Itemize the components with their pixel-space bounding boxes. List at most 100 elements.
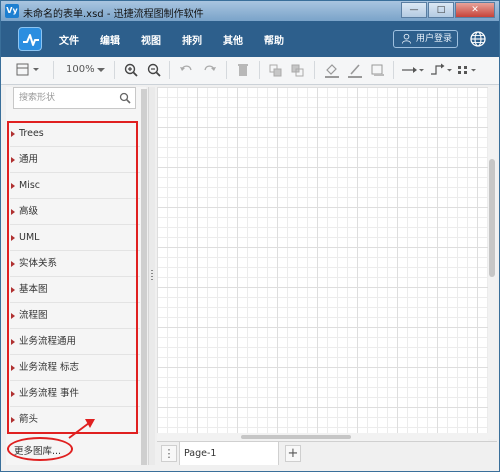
- menu-arrange[interactable]: 排列: [182, 32, 202, 47]
- sidebar-scrollbar[interactable]: [141, 89, 147, 465]
- globe-icon[interactable]: [470, 31, 486, 47]
- expand-arrow-icon: [11, 235, 15, 241]
- toolbar-separator: [393, 61, 394, 79]
- login-label: 用户登录: [416, 34, 453, 44]
- close-button[interactable]: ✕: [455, 2, 495, 18]
- zoom-in-icon[interactable]: [123, 61, 139, 79]
- library-label: 业务流程 标志: [19, 362, 80, 373]
- waypoint-icon[interactable]: [429, 61, 453, 79]
- expand-arrow-icon: [11, 209, 15, 215]
- menu-bar: 文件 编辑 视图 排列 其他 帮助 用户登录: [1, 21, 499, 57]
- flowchart-logo-icon: [18, 27, 42, 51]
- menu-edit[interactable]: 编辑: [100, 32, 120, 47]
- library-item-bpmn-general[interactable]: 业务流程通用: [10, 329, 140, 355]
- library-label: 流程图: [19, 310, 48, 321]
- expand-arrow-icon: [11, 157, 15, 163]
- expand-arrow-icon: [11, 287, 15, 293]
- zoom-level[interactable]: 100%: [66, 61, 95, 79]
- more-icon[interactable]: [457, 61, 479, 79]
- toolbar-separator: [259, 61, 260, 79]
- fill-color-icon[interactable]: [324, 61, 340, 79]
- library-label: UML: [19, 232, 40, 243]
- sidebar-scrollbar-thumb[interactable]: [141, 89, 147, 465]
- chevron-down-icon[interactable]: [96, 61, 106, 79]
- library-label: 通用: [19, 154, 39, 165]
- canvas-horizontal-scrollbar[interactable]: [157, 433, 488, 441]
- app-icon: Vy: [5, 4, 19, 18]
- library-label: 实体关系: [19, 258, 58, 269]
- splitter-grip-icon[interactable]: [151, 270, 153, 282]
- diagram-canvas[interactable]: [157, 87, 490, 439]
- canvas-horizontal-scrollbar-thumb[interactable]: [241, 435, 351, 439]
- app-window: Vy 未命名的表单.xsd - 迅捷流程图制作软件 — □ ✕ 文件 编辑 视图…: [0, 0, 500, 472]
- library-item-bpmn-events[interactable]: 业务流程 事件: [10, 381, 140, 407]
- library-item-trees[interactable]: Trees: [10, 121, 140, 147]
- library-item-misc[interactable]: Misc: [10, 173, 140, 199]
- connector-icon[interactable]: [401, 61, 425, 79]
- to-front-icon[interactable]: [269, 61, 283, 79]
- shadow-icon[interactable]: [370, 61, 386, 79]
- library-label: 业务流程通用: [19, 336, 77, 347]
- library-item-entity-relation[interactable]: 实体关系: [10, 251, 140, 277]
- minimize-button[interactable]: —: [401, 2, 427, 18]
- library-label: Misc: [19, 180, 41, 191]
- search-placeholder: 搜索形状: [19, 93, 56, 103]
- menu-file[interactable]: 文件: [59, 32, 79, 47]
- library-item-uml[interactable]: UML: [10, 225, 140, 251]
- library-item-general[interactable]: 通用: [10, 147, 140, 173]
- panel-splitter[interactable]: [148, 87, 155, 465]
- window-title: 未命名的表单.xsd - 迅捷流程图制作软件: [23, 9, 204, 20]
- page-tab-bar: ⋮ Page-1 +: [157, 441, 497, 465]
- canvas-vertical-scrollbar-thumb[interactable]: [489, 159, 495, 277]
- expand-arrow-icon: [11, 313, 15, 319]
- library-item-advanced[interactable]: 高级: [10, 199, 140, 225]
- search-icon[interactable]: [119, 92, 131, 104]
- undo-icon[interactable]: [179, 61, 193, 79]
- line-color-icon[interactable]: [347, 61, 363, 79]
- view-toggle-icon[interactable]: [15, 61, 41, 79]
- library-item-flowchart[interactable]: 流程图: [10, 303, 140, 329]
- expand-arrow-icon: [11, 365, 15, 371]
- toolbar-separator: [226, 61, 227, 79]
- window-controls: — □ ✕: [401, 2, 495, 18]
- toolbar-separator: [169, 61, 170, 79]
- more-libraries-link[interactable]: 更多图库...: [14, 443, 61, 457]
- library-label: 箭头: [19, 414, 39, 425]
- shape-search-input[interactable]: 搜索形状: [13, 87, 136, 109]
- add-page-button[interactable]: +: [285, 445, 301, 462]
- redo-icon[interactable]: [203, 61, 217, 79]
- toolbar-separator: [114, 61, 115, 79]
- library-label: 业务流程 事件: [19, 388, 80, 399]
- page-tab[interactable]: Page-1: [179, 442, 279, 465]
- menu-help[interactable]: 帮助: [264, 32, 284, 47]
- shape-library-list: Trees 通用 Misc 高级 UML 实体关系 基本图 流程图 业务流程通用…: [10, 121, 140, 433]
- menu-other[interactable]: 其他: [223, 32, 243, 47]
- delete-icon[interactable]: [237, 61, 249, 79]
- shape-sidebar: 搜索形状 Trees 通用 Misc 高级 UML 实体关系 基本图 流程图 业…: [6, 87, 146, 465]
- library-item-bpmn-markers[interactable]: 业务流程 标志: [10, 355, 140, 381]
- expand-arrow-icon: [11, 131, 15, 137]
- library-label: Trees: [19, 128, 44, 139]
- toolbar-separator: [53, 61, 54, 79]
- page-menu-button[interactable]: ⋮: [161, 445, 177, 462]
- expand-arrow-icon: [11, 183, 15, 189]
- menu-view[interactable]: 视图: [141, 32, 161, 47]
- expand-arrow-icon: [11, 391, 15, 397]
- library-item-arrows[interactable]: 箭头: [10, 407, 140, 433]
- zoom-out-icon[interactable]: [146, 61, 162, 79]
- main-menu: 文件 编辑 视图 排列 其他 帮助: [59, 32, 305, 47]
- canvas-vertical-scrollbar[interactable]: [488, 87, 497, 439]
- library-item-basic[interactable]: 基本图: [10, 277, 140, 303]
- toolbar: 100%: [1, 57, 499, 85]
- toolbar-separator: [314, 61, 315, 79]
- expand-arrow-icon: [11, 261, 15, 267]
- user-login-button[interactable]: 用户登录: [393, 30, 458, 48]
- expand-arrow-icon: [11, 417, 15, 423]
- expand-arrow-icon: [11, 339, 15, 345]
- user-icon: [401, 33, 412, 44]
- library-label: 高级: [19, 206, 39, 217]
- to-back-icon[interactable]: [291, 61, 305, 79]
- maximize-button[interactable]: □: [428, 2, 454, 18]
- library-label: 基本图: [19, 284, 48, 295]
- title-bar: Vy 未命名的表单.xsd - 迅捷流程图制作软件 — □ ✕: [1, 1, 499, 21]
